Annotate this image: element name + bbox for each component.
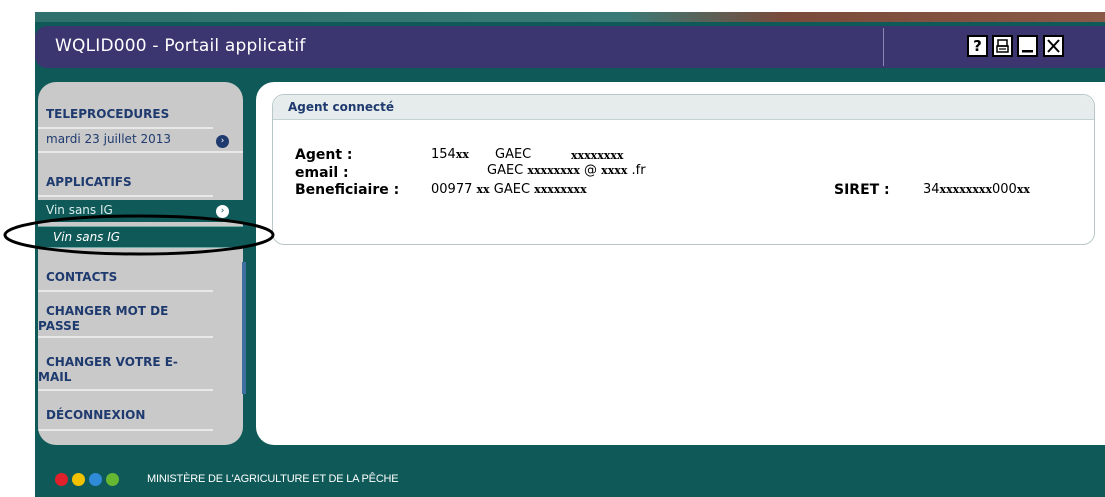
main-content: Agent connecté Agent : 154xx GAEC xxxxxx… [256,82,1105,445]
sidebar-subitem-label: Vin sans IG [53,230,121,244]
sidebar-subitem-vin-sans-ig[interactable]: Vin sans IG [38,226,243,248]
minimize-icon [1022,50,1033,53]
agent-name: xxxxxxxx [571,149,624,162]
chevron-down-icon[interactable]: › [216,205,229,218]
print-button[interactable] [992,35,1013,57]
siret-value: 34xxxxxxxx000xx [923,182,1030,197]
divider [38,290,213,292]
sidebar-accent-bar [242,262,246,394]
sidebar-item-contacts[interactable]: CONTACTS [46,270,117,284]
beneficiary-value: 00977 xx GAEC xxxxxxxx [431,182,587,197]
chevron-right-icon[interactable]: › [216,135,229,148]
sidebar-item-label-continued[interactable]: MAIL [38,370,71,384]
sidebar-item-logout[interactable]: DÉCONNEXION [46,408,145,422]
sidebar-item-label-continued[interactable]: PASSE [38,319,80,333]
close-icon [1047,39,1060,53]
sidebar-item-teleprocedures[interactable]: TELEPROCEDURES [46,107,169,121]
panel-title: Agent connecté [288,100,395,114]
sidebar-item-label: CHANGER VOTRE E- [46,355,178,369]
email-value: GAEC xxxxxxxx @ xxxx .fr [487,163,646,178]
app-title: WQLID000 - Portail applicatif [55,36,306,56]
panel-header: Agent connecté [273,95,1094,120]
current-date: mardi 23 juillet 2013 [46,132,171,146]
sidebar-item-label: CHANGER MOT DE [46,304,169,318]
logo-dot-red [55,473,68,486]
divider [38,429,213,431]
close-button[interactable] [1043,35,1064,57]
divider [38,336,213,338]
divider [38,389,213,391]
date-row[interactable]: mardi 23 juillet 2013 › [38,129,243,151]
agent-label: Agent : [295,147,353,163]
sidebar-item-change-password[interactable]: CHANGER MOT DE [46,304,168,318]
sidebar-item-label: Vin sans IG [46,203,113,217]
siret-label: SIRET : [834,182,890,198]
logo-dot-yellow [72,473,85,486]
divider [38,151,243,153]
sidebar-item-applicatifs[interactable]: APPLICATIFS [46,175,132,189]
title-bar: WQLID000 - Portail applicatif ? [35,26,1105,68]
ministry-name: MINISTÈRE DE L'AGRICULTURE ET DE LA PÊCH… [147,473,399,485]
agent-gaec: GAEC [495,147,532,162]
divider [38,195,213,197]
title-separator [883,28,884,66]
footer: MINISTÈRE DE L'AGRICULTURE ET DE LA PÊCH… [35,457,1105,497]
top-strip [35,12,1105,22]
beneficiary-label: Beneficiaire : [295,182,400,198]
print-icon [996,39,1009,53]
logo-dot-blue [89,473,102,486]
sidebar-item-change-email[interactable]: CHANGER VOTRE E- [46,355,178,369]
sidebar: TELEPROCEDURES mardi 23 juillet 2013 › A… [38,82,243,445]
help-button[interactable]: ? [967,35,988,57]
agent-id: 154xx [431,147,469,162]
logo-dot-green [106,473,119,486]
sidebar-item-vin-sans-ig[interactable]: Vin sans IG › [38,200,243,222]
minimize-button[interactable] [1017,35,1038,57]
email-label: email : [295,165,349,181]
app-window: WQLID000 - Portail applicatif ? TELEPROC… [35,12,1105,497]
agent-panel: Agent connecté Agent : 154xx GAEC xxxxxx… [272,94,1095,245]
